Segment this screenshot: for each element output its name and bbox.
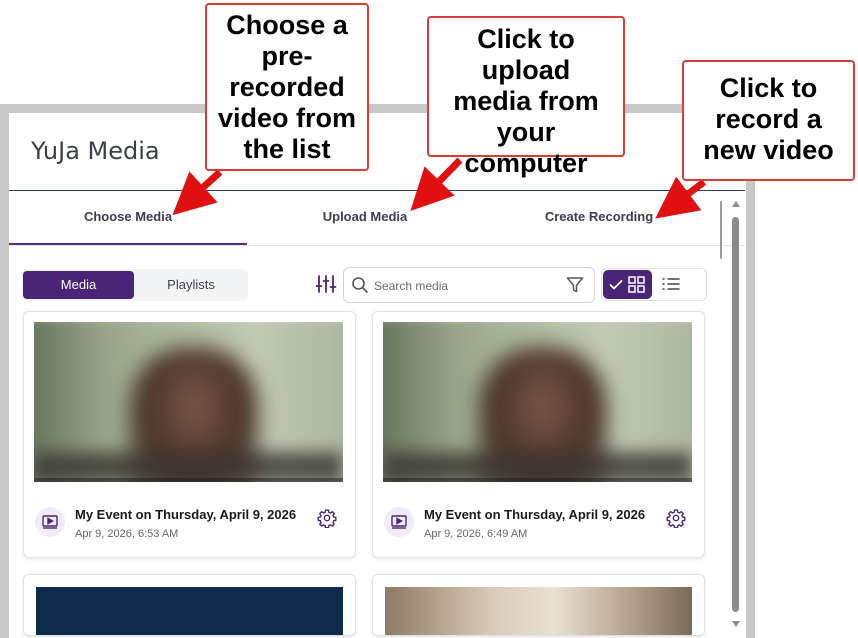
search-input[interactable] — [372, 275, 561, 297]
tab-upload-media[interactable]: Upload Media — [267, 193, 463, 245]
filter-sliders-icon[interactable] — [315, 273, 337, 295]
scrollbar-thumb[interactable] — [732, 217, 739, 612]
search-icon — [352, 277, 368, 293]
app-title: YuJa Media — [31, 137, 160, 165]
gear-icon[interactable] — [666, 508, 686, 528]
media-toggle-button[interactable]: Media — [23, 271, 134, 299]
plugin-window: YuJa Media Choose Media Upload Media Cre… — [0, 104, 755, 638]
callout-create-recording: Click to record a new video — [682, 60, 855, 181]
video-thumbnail[interactable] — [385, 587, 692, 635]
filter-funnel-icon[interactable] — [566, 276, 584, 294]
search-box — [343, 267, 595, 303]
media-date: Apr 9, 2026, 6:53 AM — [75, 528, 179, 540]
media-card[interactable]: My Event on Thursday, April 9, 2026 Apr … — [23, 311, 356, 558]
title-divider — [9, 190, 745, 191]
grid-view-button[interactable] — [603, 270, 652, 299]
media-card[interactable] — [372, 574, 705, 636]
playlists-toggle-button[interactable]: Playlists — [136, 271, 246, 299]
tab-scroll-indicator — [720, 201, 722, 259]
video-thumbnail[interactable] — [383, 322, 692, 482]
gear-icon[interactable] — [317, 508, 337, 528]
media-title[interactable]: My Event on Thursday, April 9, 2026 — [424, 507, 645, 522]
scroll-down-arrow-icon[interactable] — [732, 621, 740, 627]
list-view-button[interactable] — [660, 273, 682, 300]
callout-upload-media: Click to upload media from your computer — [427, 16, 625, 178]
media-card[interactable] — [23, 574, 356, 636]
video-thumbnail[interactable] — [34, 322, 343, 482]
tab-bar: Choose Media Upload Media Create Recordi… — [9, 193, 745, 246]
check-icon — [609, 280, 623, 290]
grid-icon — [628, 276, 645, 293]
media-title[interactable]: My Event on Thursday, April 9, 2026 — [75, 507, 296, 522]
video-file-icon — [35, 507, 65, 537]
media-card[interactable]: My Event on Thursday, April 9, 2026 Apr … — [372, 311, 705, 558]
tab-create-recording[interactable]: Create Recording — [501, 193, 697, 245]
callout-choose-media: Choose a pre-recorded video from the lis… — [205, 3, 369, 171]
yuja-media-panel: YuJa Media Choose Media Upload Media Cre… — [9, 113, 746, 638]
tab-choose-media[interactable]: Choose Media — [9, 193, 247, 245]
view-mode-toggle — [601, 268, 707, 301]
media-playlists-toggle: Media Playlists — [22, 269, 248, 301]
list-icon — [662, 278, 680, 290]
scroll-up-arrow-icon[interactable] — [732, 201, 740, 207]
video-file-icon — [384, 507, 414, 537]
video-thumbnail[interactable] — [36, 587, 343, 635]
media-date: Apr 9, 2026, 6:49 AM — [424, 528, 528, 540]
